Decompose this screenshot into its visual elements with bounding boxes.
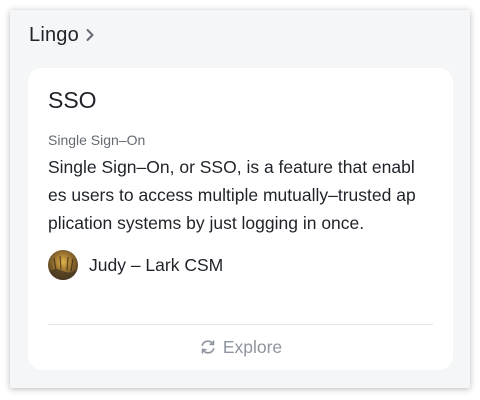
author-info: Judy – Lark CSM	[48, 250, 223, 280]
lingo-widget: Lingo SSO Single Sign–On Single Sign–On,…	[10, 10, 470, 388]
refresh-icon	[199, 338, 217, 356]
avatar	[48, 250, 78, 280]
term-full-name: Single Sign–On	[48, 132, 146, 148]
term-card[interactable]: SSO Single Sign–On Single Sign–On, or SS…	[28, 68, 453, 370]
explore-label: Explore	[222, 336, 283, 357]
lingo-header-link[interactable]: Lingo	[29, 22, 95, 48]
author-name: Judy – Lark CSM	[89, 254, 224, 275]
chevron-right-icon	[85, 28, 95, 42]
divider	[48, 324, 433, 325]
term-definition: Single Sign–On, or SSO, is a feature tha…	[48, 157, 416, 233]
term-title: SSO	[48, 87, 97, 113]
widget-title: Lingo	[29, 23, 79, 46]
explore-button[interactable]: Explore	[28, 332, 453, 362]
